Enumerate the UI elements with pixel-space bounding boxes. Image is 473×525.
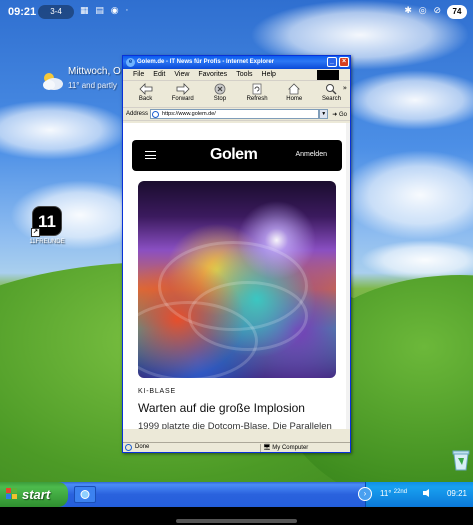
cloud bbox=[340, 70, 473, 130]
11freunde-app-icon: 11 ↗ bbox=[31, 206, 62, 237]
ie-logo-icon bbox=[80, 490, 90, 499]
weather-cloud-icon bbox=[43, 73, 63, 90]
refresh-label: Refresh bbox=[246, 96, 268, 102]
site-header: Golem Anmelden bbox=[132, 140, 342, 171]
status-time: 09:21 bbox=[8, 6, 37, 18]
article-kicker: KI-BLASE bbox=[138, 388, 176, 395]
weather-date: Mittwoch, O bbox=[68, 66, 121, 77]
back-button[interactable]: Back bbox=[127, 81, 164, 102]
search-icon bbox=[326, 84, 337, 95]
home-icon bbox=[288, 83, 301, 95]
close-button[interactable]: × bbox=[339, 57, 349, 67]
cloud bbox=[340, 150, 473, 240]
go-button[interactable]: ➜ Go bbox=[332, 111, 347, 118]
address-input[interactable]: https://www.golem.de/ bbox=[150, 109, 320, 119]
site-logo[interactable]: Golem bbox=[210, 146, 258, 164]
battery-indicator: 74 bbox=[447, 5, 467, 19]
article-image[interactable] bbox=[138, 181, 336, 378]
cloud bbox=[360, 240, 473, 280]
menu-bar: File Edit View Favorites Tools Help bbox=[123, 69, 350, 81]
address-dropdown-chevron-icon[interactable]: ▼ bbox=[319, 109, 329, 119]
security-zone-label: My Computer bbox=[272, 445, 309, 451]
window-title: Golem.de - IT News für Profis - Internet… bbox=[137, 59, 275, 65]
search-label: Search bbox=[321, 96, 341, 102]
menu-tools[interactable]: Tools bbox=[236, 71, 252, 78]
refresh-icon bbox=[252, 83, 262, 95]
forward-arrow-icon bbox=[176, 83, 190, 95]
taskbar: start › 11° 22nd 09:21 bbox=[0, 482, 473, 507]
go-label: Go bbox=[338, 111, 347, 118]
menu-edit[interactable]: Edit bbox=[153, 71, 165, 78]
system-icons: ✱ ◎ ⊘ bbox=[404, 6, 443, 16]
article-teaser: 1999 platzte die Dotcom-Blase. Die Paral… bbox=[138, 421, 332, 429]
address-value: https://www.golem.de/ bbox=[162, 111, 216, 117]
forward-label: Forward bbox=[171, 96, 194, 102]
page-icon bbox=[152, 111, 160, 118]
menu-view[interactable]: View bbox=[174, 71, 189, 78]
start-button[interactable]: start bbox=[0, 482, 68, 507]
menu-file[interactable]: File bbox=[133, 71, 144, 78]
forward-button[interactable]: Forward bbox=[164, 81, 201, 102]
web-page-viewport[interactable]: Golem Anmelden KI-BLASE Warten auf die g… bbox=[123, 123, 350, 429]
tray-weather-temp: 11° bbox=[380, 489, 392, 498]
speaker-icon[interactable] bbox=[422, 488, 432, 498]
address-bar: Address https://www.golem.de/ ▼ ➜ Go bbox=[123, 108, 350, 121]
stop-icon bbox=[214, 83, 226, 95]
toolbar: Back Forward Stop Refresh Home Search » bbox=[123, 81, 350, 108]
stop-button[interactable]: Stop bbox=[201, 81, 238, 102]
menu-help[interactable]: Help bbox=[262, 71, 276, 78]
refresh-button[interactable]: Refresh bbox=[239, 81, 276, 102]
toolbar-overflow-chevron-icon[interactable]: » bbox=[343, 84, 347, 92]
home-button[interactable]: Home bbox=[276, 81, 313, 102]
desktop-icon-11freunde[interactable]: 11 ↗ 11FREUNDE bbox=[24, 206, 70, 245]
tray-weather[interactable]: 11° 22nd bbox=[380, 489, 407, 498]
windows-flag-logo bbox=[317, 70, 339, 80]
browser-status-bar: Done 🖥 My Computer bbox=[123, 442, 350, 452]
status-done: Done bbox=[135, 444, 150, 450]
home-label: Home bbox=[286, 96, 303, 102]
hamburger-menu-icon[interactable] bbox=[145, 151, 156, 159]
tray-weather-unit: 22nd bbox=[393, 489, 408, 495]
page-status-icon bbox=[125, 444, 132, 451]
vertical-scrollbar[interactable] bbox=[346, 123, 350, 429]
system-tray: › 11° 22nd 09:21 bbox=[358, 482, 473, 507]
icon-glyph: 11 bbox=[38, 212, 56, 231]
recycle-bin-icon[interactable] bbox=[451, 448, 471, 472]
ie-logo-icon: e bbox=[126, 58, 135, 67]
article-headline[interactable]: Warten auf die große Implosion bbox=[138, 401, 343, 415]
cloud bbox=[0, 100, 130, 160]
back-arrow-icon bbox=[139, 83, 152, 95]
status-bar: 09:21 3-4 ▦ ▤ ◉ · ✱ ◎ ⊘ 74 bbox=[0, 0, 473, 24]
gesture-handle[interactable] bbox=[176, 519, 297, 523]
android-navigation-bar bbox=[0, 507, 473, 525]
window-titlebar[interactable]: e Golem.de - IT News für Profis - Intern… bbox=[123, 56, 350, 69]
menu-favorites[interactable]: Favorites bbox=[198, 71, 227, 78]
tray-clock[interactable]: 09:21 bbox=[447, 489, 467, 498]
back-label: Back bbox=[138, 96, 153, 102]
shortcut-arrow-icon: ↗ bbox=[31, 228, 40, 237]
status-pill: 3-4 bbox=[38, 5, 74, 19]
ie-window[interactable]: e Golem.de - IT News für Profis - Intern… bbox=[122, 55, 351, 453]
show-hidden-icons-chevron-icon[interactable]: › bbox=[358, 487, 372, 501]
start-label: start bbox=[22, 487, 51, 502]
weather-summary: 11° and partly bbox=[68, 81, 117, 90]
address-label: Address bbox=[126, 111, 149, 117]
windows-flag-icon bbox=[6, 488, 18, 500]
security-zone: 🖥 My Computer bbox=[260, 444, 308, 452]
taskbar-ie-button[interactable] bbox=[74, 486, 96, 503]
stop-label: Stop bbox=[213, 96, 227, 102]
minimize-button[interactable]: _ bbox=[327, 57, 337, 67]
notification-icons: ▦ ▤ ◉ · bbox=[80, 6, 131, 16]
desktop-icon-label: 11FREUNDE bbox=[29, 239, 65, 245]
login-link[interactable]: Anmelden bbox=[295, 151, 327, 158]
